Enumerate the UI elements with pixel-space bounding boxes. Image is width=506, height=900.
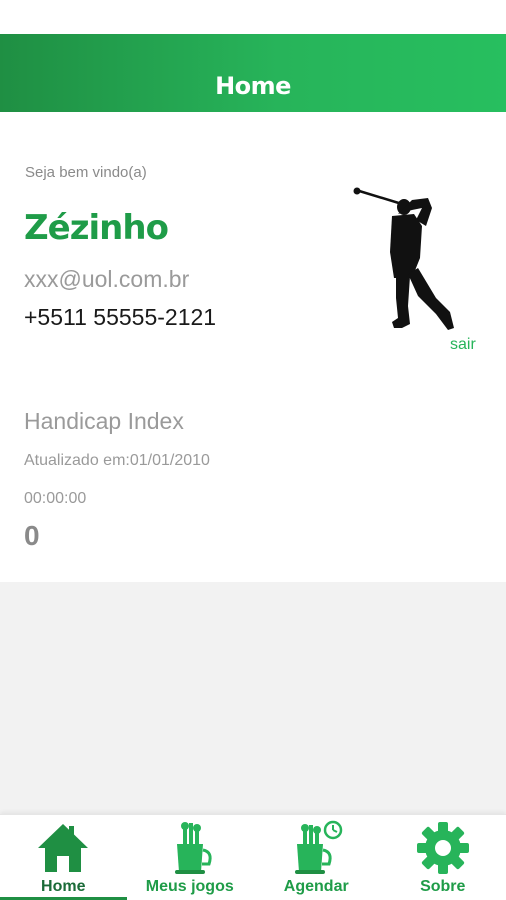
handicap-value: 0 bbox=[24, 520, 40, 551]
user-phone: +5511 55555-2121 bbox=[24, 304, 217, 330]
handicap-title: Handicap Index bbox=[24, 408, 184, 434]
golf-bag-icon bbox=[174, 822, 212, 874]
profile-card: Seja bem vindo(a) Zézinho xxx@uol.com.br… bbox=[0, 112, 506, 582]
nav-label-meus-jogos: Meus jogos bbox=[145, 878, 234, 895]
nav-item-home[interactable]: Home bbox=[0, 815, 127, 900]
home-icon bbox=[38, 824, 89, 872]
nav-label-sobre: Sobre bbox=[420, 878, 466, 895]
gear-icon bbox=[416, 822, 469, 874]
nav-item-agendar[interactable]: Agendar bbox=[253, 815, 380, 900]
content-empty-area bbox=[0, 582, 506, 814]
status-bar bbox=[0, 0, 506, 34]
nav-label-home: Home bbox=[41, 878, 86, 895]
logout-link[interactable]: sair bbox=[450, 336, 476, 354]
user-name: Zézinho bbox=[24, 208, 169, 248]
nav-item-meus-jogos[interactable]: Meus jogos bbox=[127, 815, 254, 900]
user-email: xxx@uol.com.br bbox=[24, 266, 190, 292]
app-header: Home bbox=[0, 34, 506, 112]
handicap-updated-date: Atualizado em:01/01/2010 bbox=[24, 452, 210, 469]
nav-label-agendar: Agendar bbox=[283, 878, 349, 895]
golf-bag-clock-icon bbox=[295, 820, 343, 874]
page-title: Home bbox=[215, 72, 291, 100]
handicap-updated-time: 00:00:00 bbox=[24, 490, 87, 507]
golfer-silhouette-icon bbox=[353, 187, 454, 330]
bottom-nav: Home Meus jogos Agendar Sobre bbox=[0, 814, 506, 900]
nav-item-sobre[interactable]: Sobre bbox=[380, 815, 506, 900]
welcome-text: Seja bem vindo(a) bbox=[25, 164, 147, 181]
